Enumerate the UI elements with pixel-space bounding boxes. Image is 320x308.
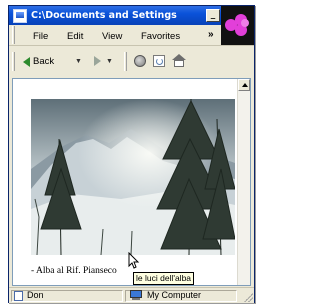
toolbar-separator [124, 52, 127, 71]
resize-grip[interactable] [243, 292, 253, 302]
page-content[interactable]: - Alba al Rif. Pianseco le luci dell'alb… [12, 78, 251, 286]
menu-view[interactable]: View [102, 31, 122, 42]
back-button[interactable]: Back [23, 56, 54, 67]
refresh-icon[interactable] [153, 55, 165, 67]
menu-favorites[interactable]: Favorites [141, 31, 180, 42]
home-icon[interactable] [172, 54, 186, 68]
stop-icon[interactable] [134, 55, 146, 67]
minimize-button[interactable]: _ [206, 9, 220, 22]
standard-toolbar: Back ▼ ▼ [9, 47, 221, 76]
toolbar-grip[interactable] [12, 52, 15, 71]
my-computer-icon [129, 290, 143, 301]
back-button-label: Back [33, 56, 55, 67]
menubar-grip[interactable] [12, 26, 15, 44]
security-zone-text: My Computer [147, 290, 202, 300]
snowy-mountain-photo [31, 99, 235, 255]
ie-app-icon [13, 8, 27, 23]
mouse-cursor-icon [128, 252, 140, 269]
browser-window: C:\Documents and Settings _ □ × File Edi… [8, 5, 255, 303]
forward-dropdown-icon[interactable]: ▼ [106, 58, 113, 65]
menu-edit[interactable]: Edit [67, 31, 83, 42]
back-dropdown-icon[interactable]: ▼ [75, 58, 82, 65]
menu-overflow-chevron[interactable]: » [208, 29, 214, 40]
photo-caption: - Alba al Rif. Pianseco [31, 266, 117, 276]
status-bar: Don My Computer [9, 287, 254, 303]
window-title: C:\Documents and Settings [31, 10, 177, 21]
windows-brand-logo [221, 6, 254, 45]
menu-bar: File Edit View Favorites » [9, 26, 254, 46]
menu-file[interactable]: File [33, 31, 48, 42]
image-tooltip: le luci dell'alba [133, 272, 195, 285]
scroll-up-button[interactable] [238, 79, 250, 91]
title-bar[interactable]: C:\Documents and Settings _ □ × [9, 6, 254, 25]
vertical-scrollbar[interactable] [237, 79, 250, 285]
forward-arrow-icon[interactable] [94, 56, 101, 66]
back-arrow-icon [23, 56, 30, 67]
status-text: Don [27, 290, 44, 300]
page-done-icon [14, 291, 23, 301]
